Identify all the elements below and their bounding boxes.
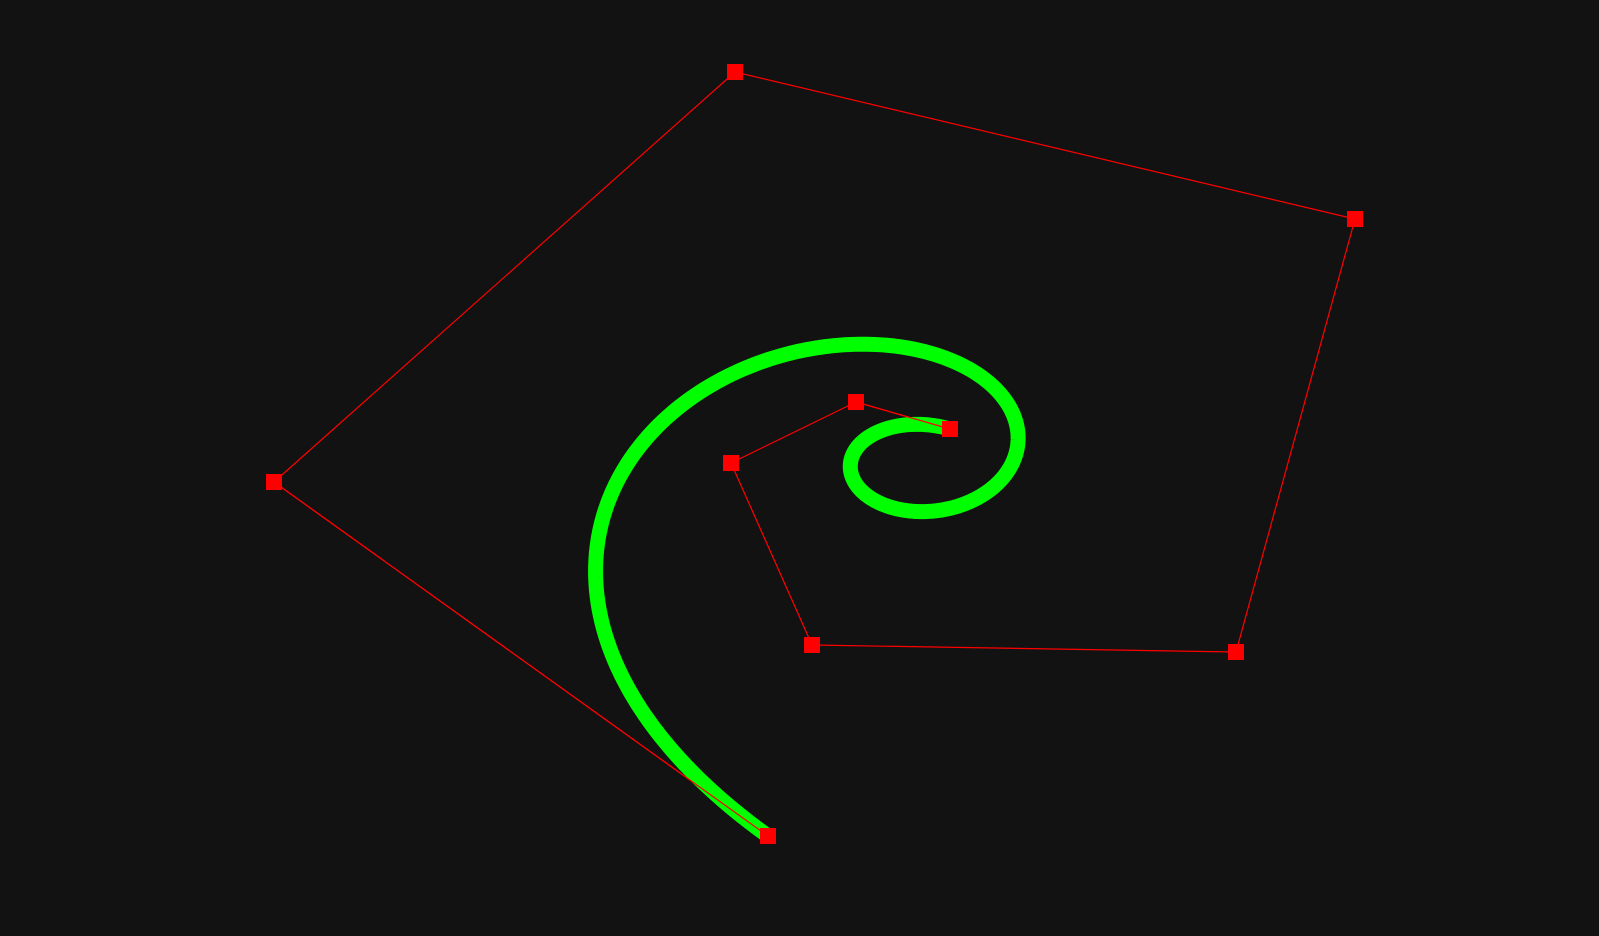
control-point-handle-8[interactable] [848, 394, 864, 410]
bezier-canvas[interactable] [0, 0, 1599, 936]
control-point-handle-4[interactable] [1347, 211, 1363, 227]
control-point-handle-9[interactable] [942, 421, 958, 437]
control-point-handle-5[interactable] [1228, 644, 1244, 660]
control-point-handle-1[interactable] [760, 828, 776, 844]
control-point-handle-6[interactable] [804, 637, 820, 653]
canvas-background [0, 0, 1599, 936]
control-point-handle-7[interactable] [723, 455, 739, 471]
control-point-handle-2[interactable] [266, 474, 282, 490]
control-point-handle-3[interactable] [727, 64, 743, 80]
